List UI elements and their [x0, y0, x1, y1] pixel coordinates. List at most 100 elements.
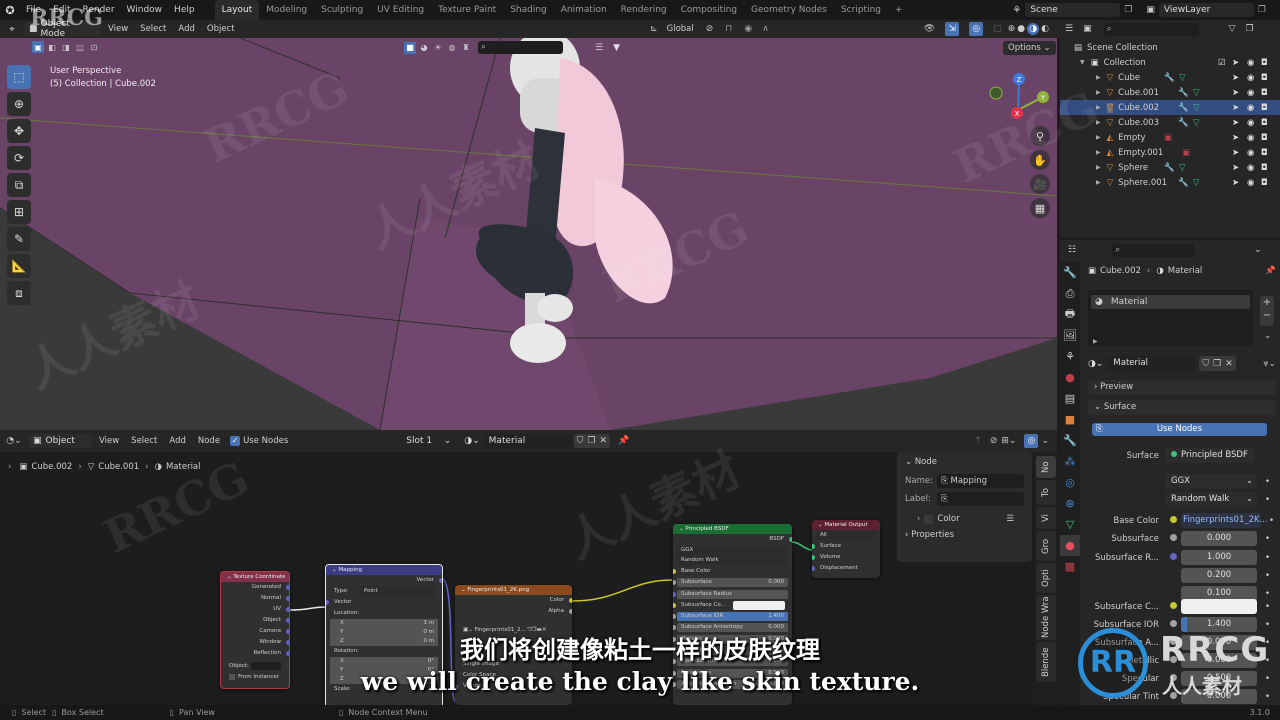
keyframe-dot[interactable]: •: [1265, 534, 1270, 544]
add-workspace-button[interactable]: +: [888, 0, 910, 20]
modifier-wrench-icon[interactable]: 🔧: [1164, 163, 1175, 173]
viewport-search-input[interactable]: ⌕: [478, 41, 563, 54]
list-expand-icon[interactable]: ▶: [1093, 338, 1098, 345]
outliner-display-mode-icon[interactable]: ▣: [1083, 24, 1092, 34]
node-header[interactable]: ⌄ Fingerprints01_2K.png: [455, 585, 572, 595]
mesh-data-icon[interactable]: ▽: [1179, 73, 1186, 83]
render-camera-icon[interactable]: ◘: [1261, 58, 1268, 68]
properties-options-icon[interactable]: ⌄: [1254, 245, 1262, 255]
outliner-collection[interactable]: ▼ ▣ Collection ☑ ➤ ◉ ◘: [1060, 55, 1280, 70]
property-value-field[interactable]: 0.200: [1181, 568, 1257, 583]
image-data-icon[interactable]: ▣: [1164, 133, 1172, 143]
keyframe-dot[interactable]: •: [1269, 516, 1274, 526]
chevron-down-icon[interactable]: ⌄: [1041, 436, 1049, 446]
visibility-eye-icon[interactable]: ◉: [1247, 163, 1254, 173]
socket-icon[interactable]: [1165, 533, 1181, 544]
render-camera-icon[interactable]: ◘: [1261, 118, 1268, 128]
snap-icon[interactable]: ⊘: [990, 436, 998, 446]
outliner-editor-type-icon[interactable]: ☰: [1065, 24, 1073, 34]
outliner-item[interactable]: ▶ ▽ Sphere 🔧 ▽ ➤ ◉ ◘: [1060, 160, 1280, 175]
measure-tool-icon[interactable]: 📐: [7, 254, 31, 278]
mapping-loc-field[interactable]: X 3 m: [330, 619, 438, 628]
particles-tab-icon[interactable]: ⁂: [1060, 451, 1080, 472]
material-tab-icon[interactable]: ●: [1060, 535, 1080, 556]
selectable-icon[interactable]: ➤: [1232, 88, 1239, 98]
visibility-eye-icon[interactable]: ◉: [1247, 118, 1254, 128]
outliner-scene-collection[interactable]: ▤ Scene Collection: [1060, 40, 1280, 55]
xray-icon[interactable]: ▢: [993, 24, 1002, 34]
mesh-data-icon[interactable]: ▽: [1193, 178, 1200, 188]
workspace-tab-compositing[interactable]: Compositing: [674, 0, 744, 20]
modifier-wrench-icon[interactable]: 🔧: [1178, 178, 1189, 188]
render-tab-icon[interactable]: ⎙: [1060, 283, 1080, 304]
sidebar-tab[interactable]: To: [1036, 480, 1056, 505]
socket-icon[interactable]: [1165, 515, 1181, 526]
render-camera-icon[interactable]: ◘: [1261, 73, 1268, 83]
viewport-menu-object[interactable]: Object: [201, 24, 241, 34]
input-field[interactable]: Subsurface 0.000: [677, 578, 788, 588]
selectable-icon[interactable]: ➤: [1232, 133, 1239, 143]
expand-arrow-icon[interactable]: ▶: [1096, 134, 1101, 141]
workspace-tab-animation[interactable]: Animation: [554, 0, 614, 20]
visibility-eye-icon[interactable]: ◉: [1247, 133, 1254, 143]
outliner-item[interactable]: ▶ ▽ Cube.001 🔧 ▽ ➤ ◉ ◘: [1060, 85, 1280, 100]
selectable-icon[interactable]: ➤: [1232, 163, 1239, 173]
select-box-tool-icon[interactable]: ⬚: [7, 65, 31, 89]
filter-icon[interactable]: ▼: [613, 43, 620, 53]
collection-tab-icon[interactable]: ▤: [1060, 388, 1080, 409]
color-presets-icon[interactable]: ☰: [1006, 514, 1014, 524]
material-output-node[interactable]: ⌄ Material Output All Surface Volume Displ…: [812, 520, 880, 578]
workspace-tab-modeling[interactable]: Modeling: [259, 0, 314, 20]
workspace-tab-rendering[interactable]: Rendering: [614, 0, 674, 20]
physics-tab-icon[interactable]: ◎: [1060, 472, 1080, 493]
scene-tab-icon[interactable]: ⚘: [1060, 346, 1080, 367]
tool-tab-icon[interactable]: 🔧: [1060, 262, 1080, 283]
sidebar-tab[interactable]: Opti: [1036, 563, 1056, 593]
socket[interactable]: [812, 566, 815, 571]
socket[interactable]: [812, 555, 815, 560]
socket[interactable]: [569, 609, 572, 614]
modifier-wrench-icon[interactable]: 🔧: [1178, 118, 1189, 128]
scale-tool-icon[interactable]: ⧉: [7, 173, 31, 197]
add-cube-tool-icon[interactable]: ⧈: [7, 281, 31, 305]
rotate-tool-icon[interactable]: ⟳: [7, 146, 31, 170]
keyframe-dot[interactable]: •: [1265, 602, 1270, 612]
property-value-field[interactable]: 0.000: [1181, 531, 1257, 546]
node-menu-node[interactable]: Node: [192, 436, 226, 446]
image-data-icon[interactable]: ▣: [1182, 148, 1190, 158]
move-tool-icon[interactable]: ✥: [7, 119, 31, 143]
selectable-icon[interactable]: ➤: [1232, 73, 1239, 83]
workspace-tab-uv-editing[interactable]: UV Editing: [370, 0, 431, 20]
remove-slot-button[interactable]: −: [1260, 309, 1274, 322]
socket[interactable]: [673, 591, 676, 597]
add-slot-button[interactable]: +: [1260, 296, 1274, 309]
unlink-material-icon[interactable]: ✕: [600, 436, 608, 446]
node-name-field[interactable]: ⎘ Mapping: [937, 474, 1024, 488]
workspace-tab-scripting[interactable]: Scripting: [834, 0, 888, 20]
use-nodes-button[interactable]: ⎘ Use Nodes: [1092, 423, 1267, 436]
workspace-tab-sculpting[interactable]: Sculpting: [314, 0, 370, 20]
view-layer-tab-icon[interactable]: 🖼: [1060, 325, 1080, 346]
3d-viewport[interactable]: Z Y X ▣ ◧ ◨ ◫ ⊡ ■ ◕ ☀ ◍ ♜ ⌕ ☰ ▼ Options …: [0, 38, 1057, 430]
node-material-field[interactable]: Material: [483, 434, 572, 448]
constraints-tab-icon[interactable]: ⊛: [1060, 493, 1080, 514]
view-layer-icon[interactable]: ▣: [1146, 5, 1155, 15]
visibility-eye-icon[interactable]: ◉: [1247, 88, 1254, 98]
ortho-grid-icon[interactable]: ▦: [1030, 198, 1050, 218]
outliner-filter-icon[interactable]: ▽: [1229, 24, 1236, 34]
modifier-wrench-icon[interactable]: 🔧: [1164, 73, 1175, 83]
viewport-menu-add[interactable]: Add: [172, 24, 200, 34]
transform-tool-icon[interactable]: ⊞: [7, 200, 31, 224]
visibility-eye-icon[interactable]: ◉: [1247, 58, 1254, 68]
workspace-tab-geometry-nodes[interactable]: Geometry Nodes: [744, 0, 834, 20]
render-camera-icon[interactable]: ◘: [1261, 148, 1268, 158]
wireframe-shading-icon[interactable]: ⊕: [1008, 24, 1016, 34]
distribution-dropdown[interactable]: GGX ⌄: [1165, 474, 1257, 489]
socket[interactable]: [439, 578, 442, 583]
socket[interactable]: [673, 569, 676, 574]
node-section-header[interactable]: ⌄ Node: [897, 452, 1032, 472]
snap-mode-icon[interactable]: ⊞⌄: [1001, 436, 1016, 446]
shader-type-selector[interactable]: ▣ Object: [28, 434, 93, 448]
selectable-icon[interactable]: ➤: [1232, 118, 1239, 128]
annotate-tool-icon[interactable]: ✎: [7, 227, 31, 251]
